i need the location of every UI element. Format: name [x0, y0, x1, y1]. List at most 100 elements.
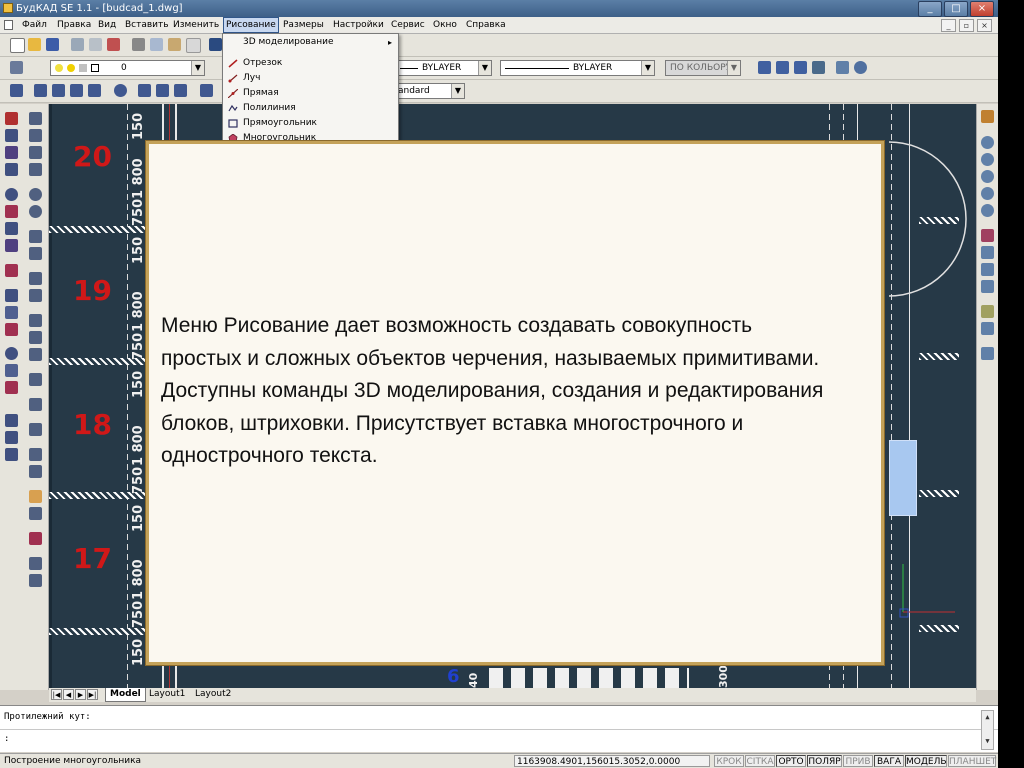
align-right-icon[interactable] [794, 61, 807, 74]
donut-icon[interactable] [5, 347, 18, 360]
ortho-toggle[interactable]: ОРТО [776, 755, 806, 767]
mtext-icon[interactable] [5, 448, 18, 461]
redraw-icon[interactable] [981, 305, 994, 318]
last-tab-button[interactable]: ▶| [87, 689, 98, 700]
trim-icon[interactable] [29, 272, 42, 285]
snap-toggle[interactable]: КРОК [714, 755, 744, 767]
attribute-icon[interactable] [29, 507, 42, 520]
regen-icon[interactable] [981, 280, 994, 293]
menu-help[interactable]: Справка [464, 17, 508, 33]
open-file-icon[interactable] [28, 38, 41, 51]
circle-icon[interactable] [5, 188, 18, 201]
move-icon[interactable] [29, 112, 42, 125]
mdi-minimize-button[interactable]: _ [941, 19, 956, 32]
pedit-icon[interactable] [29, 465, 42, 478]
menu-window[interactable]: Окно [431, 17, 459, 33]
layout-icon[interactable] [981, 347, 994, 360]
rotate-icon[interactable] [29, 188, 42, 201]
mirror-icon[interactable] [29, 146, 42, 159]
zoom-extents-icon[interactable] [981, 187, 994, 200]
copy-object-icon[interactable] [29, 129, 42, 142]
polyline-icon[interactable] [5, 163, 18, 176]
mdi-close-button[interactable]: × [977, 19, 992, 32]
zoom-previous-icon[interactable] [981, 204, 994, 217]
zoom-window-icon[interactable] [981, 170, 994, 183]
align-center-icon[interactable] [776, 61, 789, 74]
stretch-icon[interactable] [29, 230, 42, 243]
scale-icon[interactable] [29, 205, 42, 218]
copy-icon[interactable] [150, 38, 163, 51]
paste-icon[interactable] [168, 38, 181, 51]
match-properties-icon[interactable] [186, 38, 201, 53]
continue-dimension-icon[interactable] [156, 84, 169, 97]
viewports-icon[interactable] [981, 322, 994, 335]
model-toggle[interactable]: МОДЕЛЬ [905, 755, 947, 767]
chamfer-icon[interactable] [29, 348, 42, 361]
line-icon[interactable] [5, 112, 18, 125]
ordinate-dimension-icon[interactable] [70, 84, 83, 97]
spline-icon[interactable] [5, 146, 18, 159]
command-prompt[interactable]: : [4, 734, 9, 744]
block-icon[interactable] [5, 264, 18, 277]
point-icon[interactable] [5, 306, 18, 319]
table-icon[interactable] [5, 414, 18, 427]
menu-dimensions[interactable]: Размеры [281, 17, 326, 33]
chevron-down-icon[interactable]: ▼ [727, 61, 740, 75]
coordinates-readout[interactable]: 1163908.4901,156015.3052,0.0000 [514, 755, 710, 767]
zoom-in-icon[interactable] [981, 136, 994, 149]
menu-insert[interactable]: Вставить [123, 17, 171, 33]
close-button[interactable]: × [970, 1, 994, 17]
tab-layout2[interactable]: Layout2 [191, 688, 235, 701]
chevron-down-icon[interactable]: ▼ [191, 61, 204, 75]
menu-modify[interactable]: Изменить [171, 17, 221, 33]
menu-item-ray[interactable]: Луч [223, 71, 398, 86]
text-icon[interactable] [5, 431, 18, 444]
zoom-out-icon[interactable] [981, 153, 994, 166]
menu-file[interactable]: Файл [20, 17, 49, 33]
menu-item-xline[interactable]: Прямая [223, 86, 398, 101]
list-icon[interactable] [29, 574, 42, 587]
first-tab-button[interactable]: |◀ [51, 689, 62, 700]
center-mark-icon[interactable] [114, 84, 127, 97]
angular-dimension-icon[interactable] [52, 84, 65, 97]
arc-icon[interactable] [5, 129, 18, 142]
undo-icon[interactable] [209, 38, 222, 51]
menu-item-polyline[interactable]: Полилиния [223, 101, 398, 116]
chevron-down-icon[interactable]: ▼ [478, 61, 491, 75]
text-style-icon[interactable] [812, 61, 825, 74]
menu-draw[interactable]: Рисование [223, 17, 279, 33]
properties-small-icon[interactable] [29, 532, 42, 545]
radius-dimension-icon[interactable] [88, 84, 101, 97]
matchprop-icon[interactable] [29, 557, 42, 570]
tolerance-icon[interactable] [174, 84, 187, 97]
pencil-icon[interactable] [29, 490, 42, 503]
menu-item-rectangle[interactable]: Прямоугольник [223, 116, 398, 131]
layer-select[interactable]: 0 ▼ [50, 60, 205, 76]
color-select[interactable]: ПО КОЛЬОРУ ▼ [665, 60, 741, 76]
tab-model[interactable]: Model [105, 688, 146, 702]
polygon-icon[interactable] [5, 323, 18, 336]
tablet-toggle[interactable]: ПЛАНШЕТ [948, 755, 996, 767]
chevron-down-icon[interactable]: ▼ [451, 84, 464, 98]
revcloud-icon[interactable] [5, 381, 18, 394]
maximize-button[interactable]: □ [944, 1, 968, 17]
lineweight-select[interactable]: BYLAYER ▼ [500, 60, 655, 76]
command-scrollbar[interactable]: ▲ ▼ [981, 710, 994, 750]
layer-manager-icon[interactable] [10, 61, 23, 74]
menu-view[interactable]: Вид [96, 17, 118, 33]
wipeout-icon[interactable] [5, 364, 18, 377]
new-file-icon[interactable] [10, 38, 25, 53]
named-views-icon[interactable] [981, 263, 994, 276]
prev-tab-button[interactable]: ◀ [63, 689, 74, 700]
tab-layout1[interactable]: Layout1 [145, 688, 189, 701]
osnap-toggle[interactable]: ПРИВ [843, 755, 873, 767]
menu-item-line[interactable]: Отрезок [223, 56, 398, 71]
lineweight-toggle[interactable]: ВАГА [874, 755, 904, 767]
aligned-dimension-icon[interactable] [34, 84, 47, 97]
linetype-select[interactable]: BYLAYER ▼ [395, 60, 492, 76]
break-icon[interactable] [29, 314, 42, 327]
hatch-icon[interactable] [5, 222, 18, 235]
menu-edit[interactable]: Правка [55, 17, 93, 33]
insert-block-icon[interactable] [5, 289, 18, 302]
print-preview-icon[interactable] [89, 38, 102, 51]
